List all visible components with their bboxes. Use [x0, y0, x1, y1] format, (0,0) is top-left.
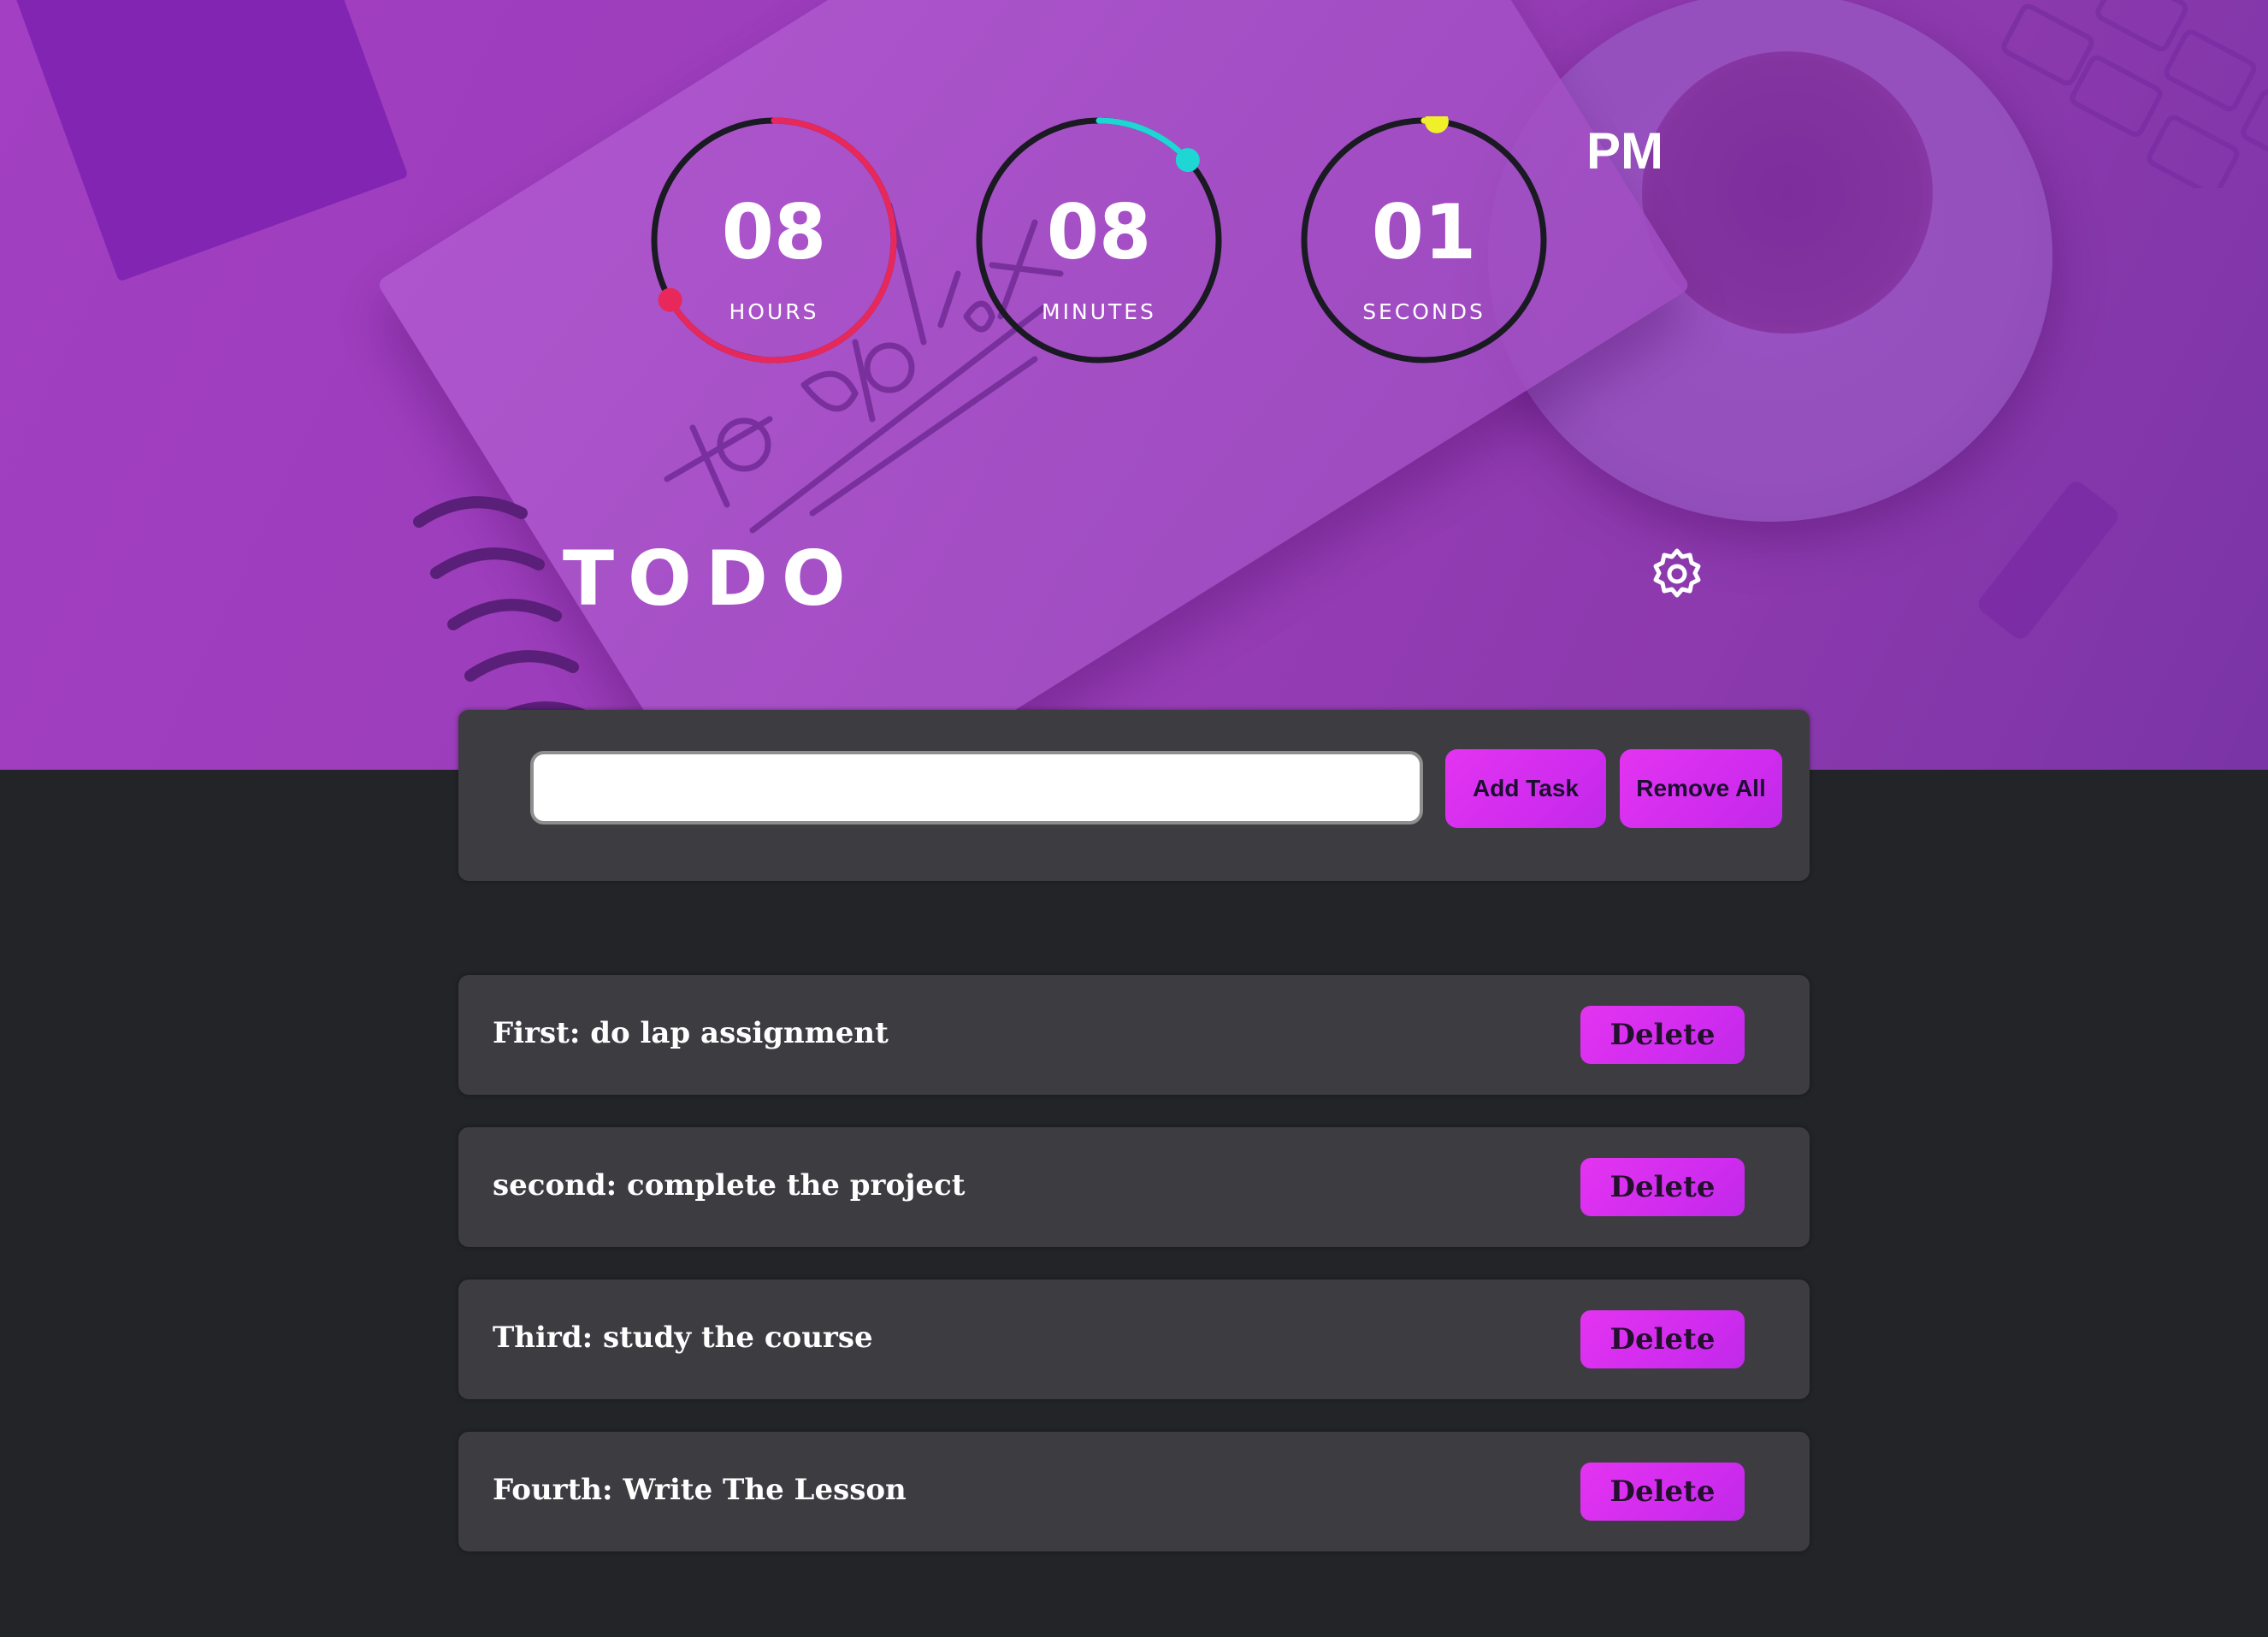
meridiem-indicator: PM: [1586, 122, 1663, 180]
coffee-cup-inner: [1642, 51, 1933, 334]
task-text: Fourth: Write The Lesson: [493, 1473, 907, 1507]
header-background: [0, 0, 2268, 770]
task-list: First: do lap assignment Delete second: …: [458, 975, 1810, 1584]
task-text: Third: study the course: [493, 1321, 873, 1355]
hours-label: HOURS: [729, 299, 819, 324]
app-title: TODO: [563, 535, 859, 623]
delete-task-button[interactable]: Delete: [1580, 1310, 1745, 1368]
delete-task-button[interactable]: Delete: [1580, 1463, 1745, 1521]
seconds-label: SECONDS: [1362, 299, 1485, 324]
task-item: second: complete the project Delete: [458, 1127, 1810, 1247]
minutes-value: 08: [1046, 188, 1152, 276]
task-item: First: do lap assignment Delete: [458, 975, 1810, 1095]
seconds-clock: 01 SECONDS: [1300, 116, 1548, 364]
minutes-ring-dot: [1175, 148, 1200, 173]
task-text: second: complete the project: [493, 1168, 966, 1203]
add-task-button[interactable]: Add Task: [1445, 749, 1606, 828]
decorative-block: [2, 0, 409, 282]
pen-image: [1974, 477, 2123, 643]
task-text: First: do lap assignment: [493, 1016, 889, 1050]
minutes-clock: 08 MINUTES: [975, 116, 1223, 364]
hours-value: 08: [721, 188, 827, 276]
settings-button[interactable]: [1649, 546, 1705, 602]
delete-task-button[interactable]: Delete: [1580, 1006, 1745, 1064]
task-input[interactable]: [530, 751, 1423, 824]
seconds-ring-dot: [1424, 116, 1449, 133]
remove-all-button[interactable]: Remove All: [1620, 749, 1782, 828]
task-item: Third: study the course Delete: [458, 1279, 1810, 1399]
minutes-label: MINUTES: [1042, 299, 1156, 324]
keyboard-image: [2001, 0, 2268, 188]
task-input-panel: Add Task Remove All: [458, 710, 1810, 881]
hours-clock: 08 HOURS: [650, 116, 898, 364]
delete-task-button[interactable]: Delete: [1580, 1158, 1745, 1216]
seconds-value: 01: [1371, 188, 1477, 276]
task-item: Fourth: Write The Lesson Delete: [458, 1432, 1810, 1551]
gear-icon: [1653, 548, 1701, 598]
